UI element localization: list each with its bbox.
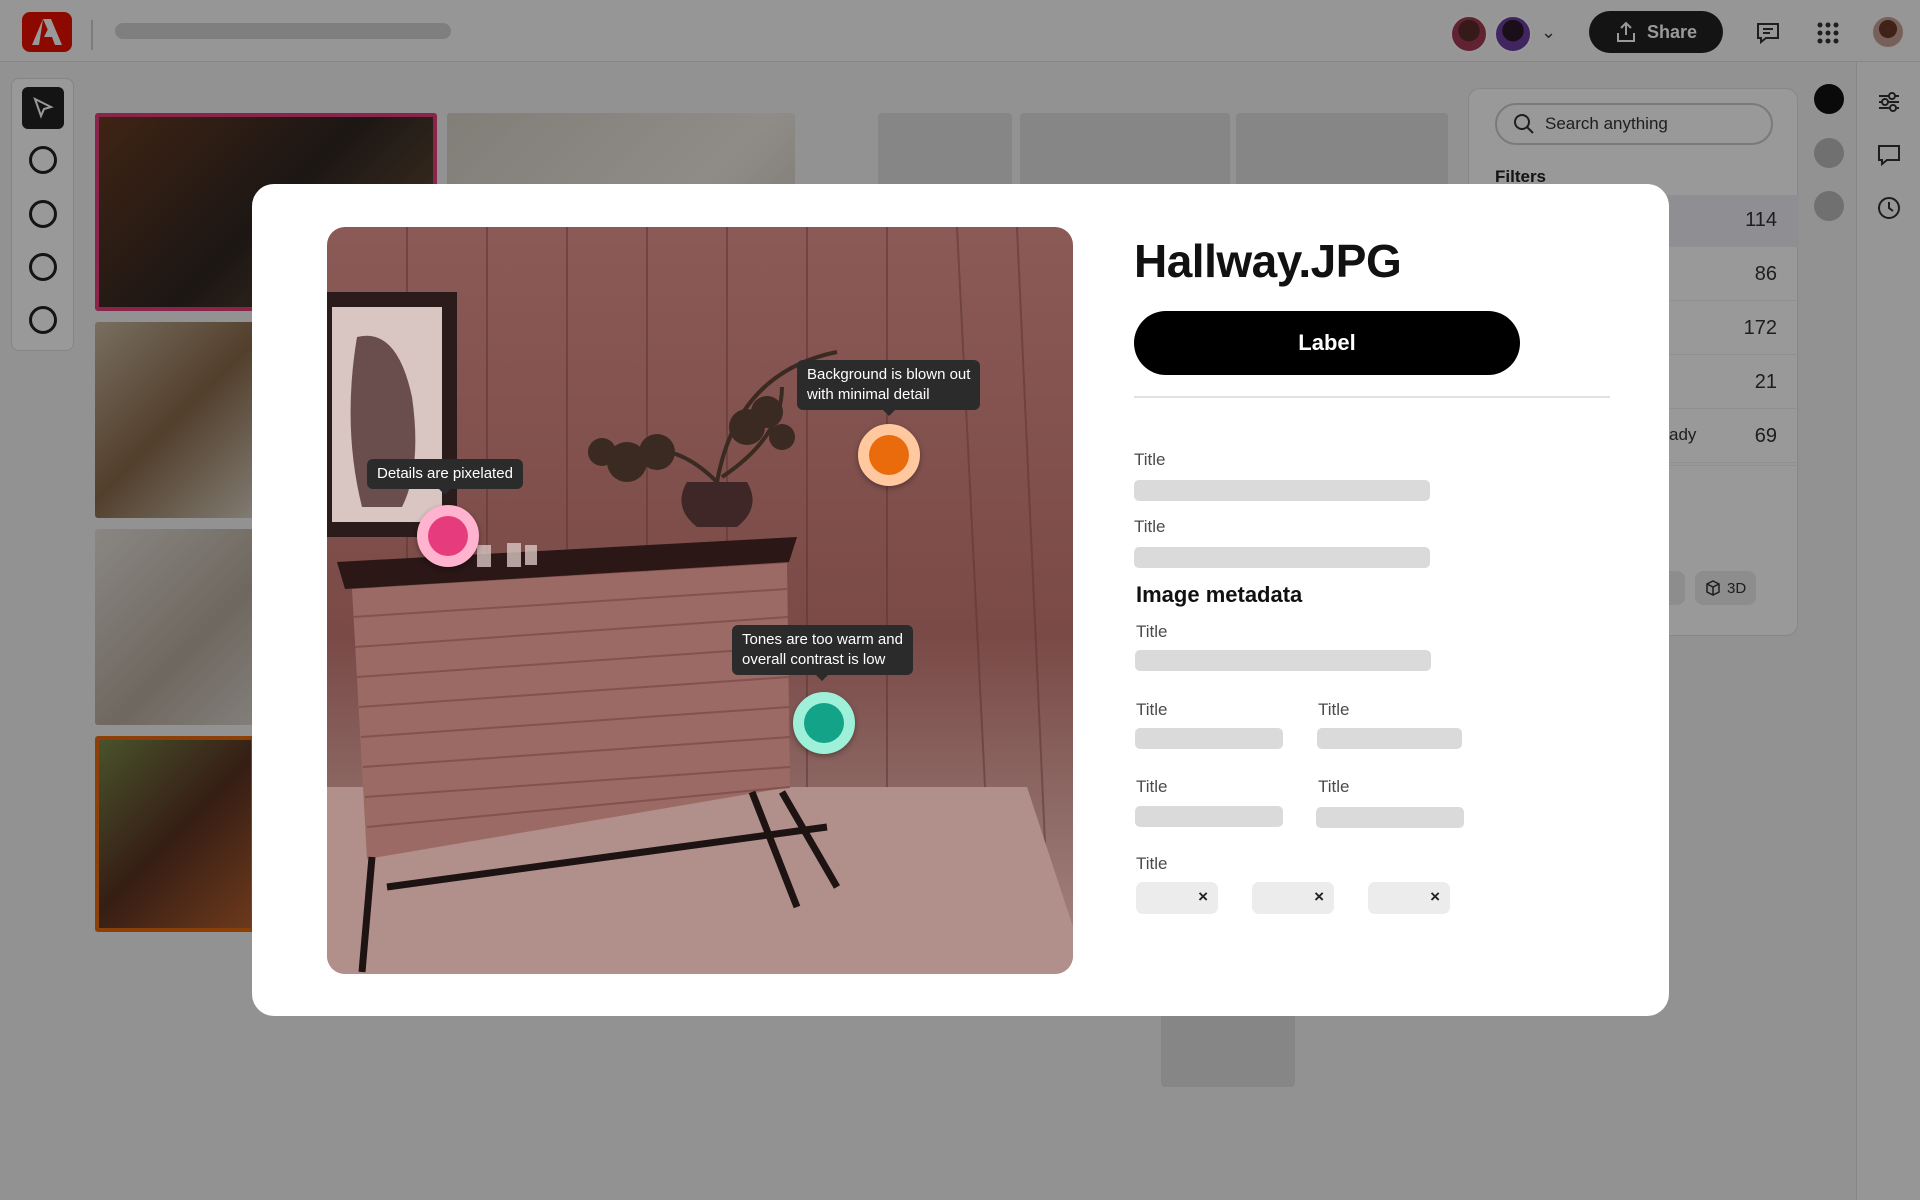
field-value-placeholder[interactable]: [1135, 728, 1283, 749]
annotation-tooltip-blown-out: Background is blown out with minimal det…: [797, 360, 981, 416]
file-name-title: Hallway.JPG: [1134, 235, 1402, 287]
annotation-pin-orange[interactable]: [858, 424, 920, 486]
annotation-pin-teal[interactable]: [793, 692, 855, 754]
field-value-placeholder[interactable]: [1134, 547, 1430, 568]
field-title: Title: [1136, 854, 1168, 873]
tag-chip[interactable]: ×: [1368, 882, 1450, 914]
image-review-dialog: Details are pixelated Background is blow…: [252, 184, 1669, 1016]
field-value-placeholder[interactable]: [1134, 480, 1430, 501]
details-panel: Hallway.JPG Label Title Title Image meta…: [1134, 184, 1614, 1016]
annotation-text-line1: Background is blown out: [807, 366, 971, 383]
annotation-text-line2: with minimal detail: [807, 386, 930, 403]
field-title: Title: [1318, 777, 1350, 796]
label-button[interactable]: Label: [1134, 311, 1520, 375]
annotation-tooltip-warm-tones: Tones are too warm and overall contrast …: [732, 625, 913, 681]
annotation-text: Details are pixelated: [377, 465, 513, 482]
close-icon[interactable]: ×: [1430, 887, 1440, 907]
annotation-pin-pink[interactable]: [417, 505, 479, 567]
annotation-text-line2: overall contrast is low: [742, 651, 886, 668]
tag-chip[interactable]: ×: [1252, 882, 1334, 914]
tag-chip[interactable]: ×: [1136, 882, 1218, 914]
field-title: Title: [1318, 700, 1350, 719]
field-title: Title: [1136, 777, 1168, 796]
field-value-placeholder[interactable]: [1135, 806, 1283, 827]
field-value-placeholder[interactable]: [1317, 728, 1462, 749]
divider: [1134, 396, 1610, 398]
field-title: Title: [1136, 622, 1168, 641]
field-value-placeholder[interactable]: [1135, 650, 1431, 671]
field-value-placeholder[interactable]: [1316, 807, 1464, 828]
annotation-text-line1: Tones are too warm and: [742, 631, 903, 648]
field-title: Title: [1136, 700, 1168, 719]
field-title: Title: [1134, 517, 1166, 536]
hallway-photo: Details are pixelated Background is blow…: [327, 227, 1073, 974]
image-metadata-heading: Image metadata: [1136, 582, 1303, 607]
field-title: Title: [1134, 450, 1166, 469]
close-icon[interactable]: ×: [1314, 887, 1324, 907]
annotation-tooltip-pixelated: Details are pixelated: [367, 459, 523, 495]
close-icon[interactable]: ×: [1198, 887, 1208, 907]
